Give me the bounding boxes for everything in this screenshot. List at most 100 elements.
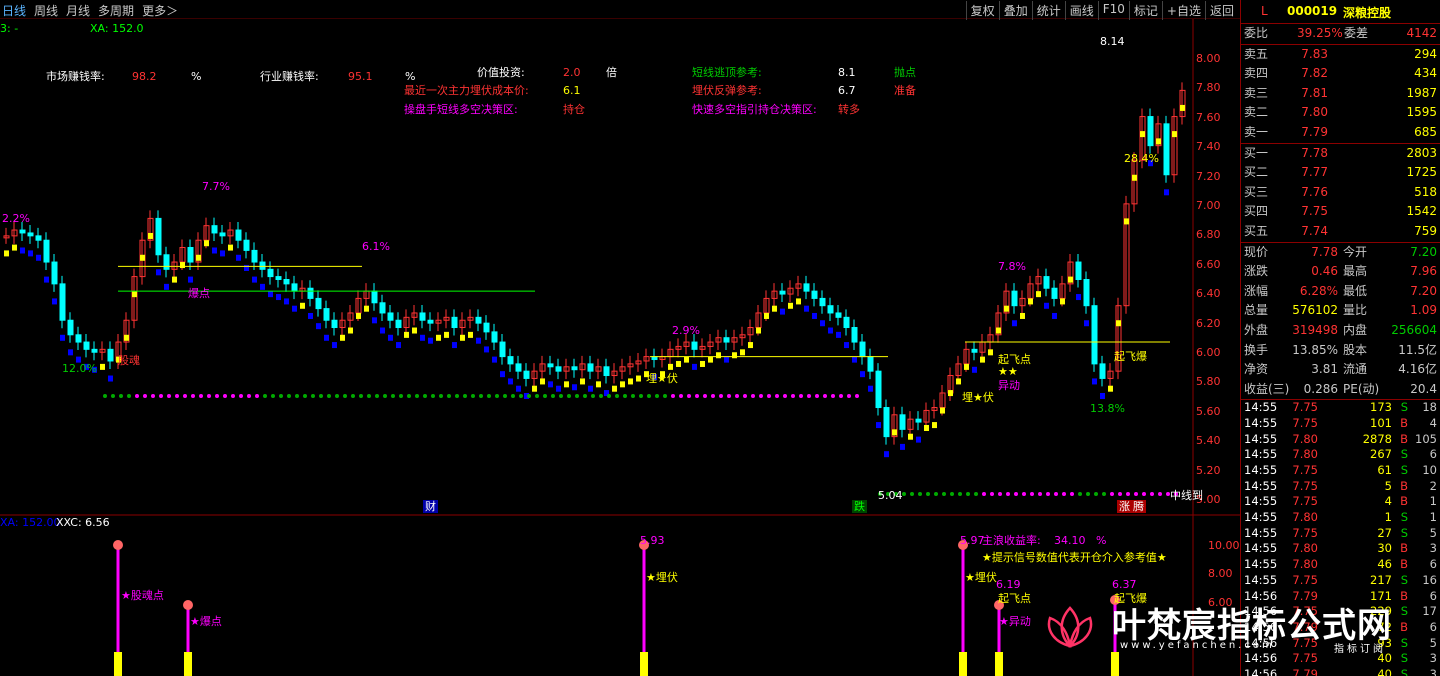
trend-block — [396, 342, 401, 349]
drop-marker[interactable]: 跌 — [852, 500, 867, 513]
pct-label-6: 7.8% — [998, 260, 1026, 273]
stat-label: 现价 — [1244, 244, 1269, 259]
candle-body — [43, 239, 50, 263]
kline-chart-area[interactable]: 3: - XA: 152.0 市场赚钱率: 98.2 % 行业赚钱率: 95.1… — [0, 19, 1240, 676]
bid-volume: 1542 — [1406, 204, 1437, 219]
stat-label: 涨幅 — [1244, 283, 1269, 298]
candle-body — [915, 418, 922, 423]
trend-block — [148, 232, 153, 239]
stock-code[interactable]: 000019 — [1287, 4, 1337, 18]
dot-marker — [791, 394, 795, 398]
dot-marker — [503, 394, 507, 398]
trend-block — [900, 443, 905, 450]
ask-price: 7.83 — [1301, 46, 1328, 61]
dot-marker — [543, 394, 547, 398]
tab-daily[interactable]: 日线 — [2, 2, 26, 19]
candle-body — [875, 370, 882, 409]
candle-body — [603, 366, 610, 377]
candle-body — [779, 290, 786, 295]
trend-block — [1068, 276, 1073, 283]
dot-marker — [775, 394, 779, 398]
draw-line-button[interactable]: 画线 — [1064, 1, 1098, 20]
f10-button[interactable]: F10 — [1097, 1, 1129, 20]
trend-block — [444, 331, 449, 338]
tick-price: 7.79 — [1292, 666, 1318, 676]
tick-count: 6 — [1429, 557, 1437, 572]
tab-multi-period[interactable]: 多周期 — [98, 2, 134, 19]
trend-block — [36, 254, 41, 261]
dot-marker — [583, 394, 587, 398]
statistics-button[interactable]: 统计 — [1031, 1, 1065, 20]
trend-block — [980, 356, 985, 363]
trend-block — [1084, 320, 1089, 327]
tick-side: B — [1400, 541, 1408, 556]
tab-more[interactable]: 更多＞ — [142, 2, 178, 19]
tick-row: 14:55 7.75 27 S 5 — [1241, 526, 1440, 542]
stat-label-2: 今开 — [1343, 244, 1368, 259]
bid-row: 买五 7.74 759 — [1241, 222, 1440, 242]
dot-marker — [687, 394, 691, 398]
profit-label: 主浪收益率: — [982, 534, 1041, 547]
dot-marker — [551, 394, 555, 398]
webi-label: 委比 — [1244, 26, 1269, 40]
trend-block — [284, 298, 289, 305]
signal-qifeibao: 起飞爆 — [1114, 350, 1147, 363]
trend-block — [1124, 218, 1129, 225]
back-button[interactable]: 返回 — [1204, 1, 1238, 20]
bid-volume: 2803 — [1406, 145, 1437, 160]
stat-value: 13.85% — [1292, 342, 1338, 357]
candle-body — [691, 341, 698, 350]
tick-time: 14:56 — [1244, 666, 1278, 676]
dot-marker — [271, 394, 275, 398]
dot-marker — [391, 394, 395, 398]
signal-bar-base — [184, 652, 192, 676]
trend-block — [588, 385, 593, 392]
dot-marker — [1022, 492, 1026, 496]
candle-body — [283, 279, 290, 285]
top-toolbar: 日线 周线 月线 多周期 更多＞ 复权 叠加 统计 画线 F10 标记 +自选 … — [0, 0, 1240, 20]
signal-yidong: 异动 — [998, 379, 1020, 392]
dot-marker — [399, 394, 403, 398]
trend-block — [436, 334, 441, 341]
tick-time: 14:55 — [1244, 478, 1278, 493]
mark-button[interactable]: 标记 — [1128, 1, 1162, 20]
rise-marker[interactable]: 涨 — [1117, 500, 1132, 513]
bid-label: 买五 — [1244, 223, 1269, 238]
finance-marker[interactable]: 财 — [423, 500, 438, 513]
tick-time: 14:55 — [1244, 415, 1278, 430]
teng-marker[interactable]: 腾 — [1131, 500, 1146, 513]
cost-value: 6.1 — [563, 84, 581, 97]
dot-marker — [1126, 492, 1130, 496]
dot-marker — [1158, 492, 1162, 496]
dot-marker — [1038, 492, 1042, 496]
signal-maifu-2: 埋★伏 — [962, 391, 994, 404]
tick-price: 7.75 — [1292, 494, 1318, 509]
stat-value: 7.78 — [1311, 244, 1338, 259]
trend-block — [628, 378, 633, 385]
dot-marker — [918, 492, 922, 496]
dot-marker — [966, 492, 970, 496]
restore-rights-button[interactable]: 复权 — [965, 1, 999, 20]
candle-body — [267, 268, 274, 278]
trend-block — [964, 363, 969, 370]
tab-monthly[interactable]: 月线 — [66, 2, 90, 19]
tick-side: B — [1400, 494, 1408, 509]
trend-block — [492, 356, 497, 363]
dot-marker — [727, 394, 731, 398]
dot-marker — [767, 394, 771, 398]
tab-weekly[interactable]: 周线 — [34, 2, 58, 19]
ask-volume: 1595 — [1406, 105, 1437, 120]
dot-marker — [735, 394, 739, 398]
candle-body — [387, 312, 394, 321]
trend-block — [220, 250, 225, 257]
dot-marker — [910, 492, 914, 496]
dot-marker — [119, 394, 123, 398]
trend-block — [884, 451, 889, 458]
add-watchlist-button[interactable]: +自选 — [1161, 1, 1205, 20]
dot-marker — [127, 394, 131, 398]
market-win-label: 市场赚钱率: — [46, 70, 105, 83]
candle-body — [163, 254, 170, 270]
overlay-button[interactable]: 叠加 — [998, 1, 1032, 20]
dot-marker — [1054, 492, 1058, 496]
stock-name[interactable]: 深粮控股 — [1343, 4, 1391, 21]
